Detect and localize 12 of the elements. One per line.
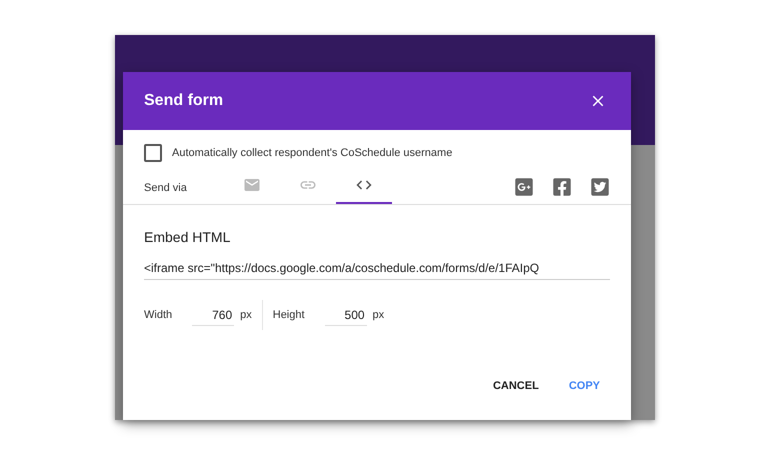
embed-title: Embed HTML	[144, 229, 230, 245]
dimension-label: Width	[144, 309, 172, 321]
unit-label: px	[240, 309, 252, 321]
collect-checkbox[interactable]	[144, 144, 162, 162]
copy-button[interactable]: COPY	[558, 372, 610, 400]
dialog-title: Send form	[144, 92, 224, 110]
cancel-button[interactable]: CANCEL	[482, 372, 549, 400]
send-via-label: Send via	[144, 182, 188, 194]
dimension-label: Height	[272, 309, 305, 321]
mail-icon	[243, 176, 261, 194]
collect-label: Automatically collect respondent's CoSchedule username	[172, 147, 452, 159]
unit-label: px	[372, 309, 384, 321]
